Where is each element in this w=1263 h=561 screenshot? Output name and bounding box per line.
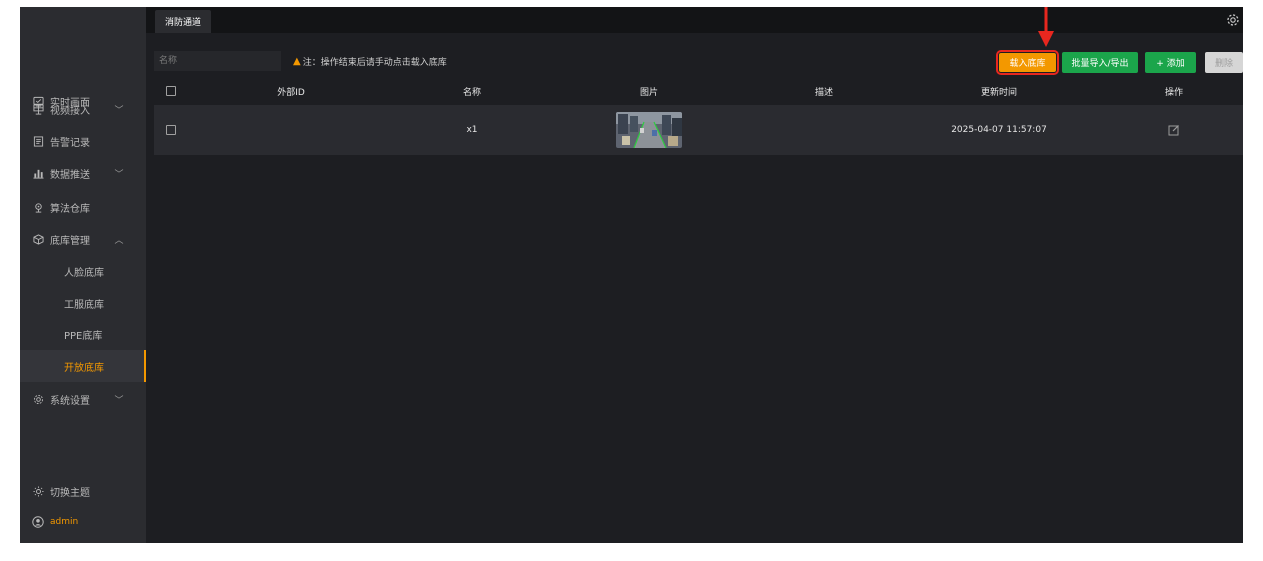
add-button[interactable]: + 添加: [1145, 52, 1196, 73]
chevron-down-icon: ﹀: [114, 105, 124, 116]
sidebar-sub-face-library[interactable]: 人脸底库: [20, 255, 146, 287]
sidebar-item-label: 数据推送: [50, 169, 90, 181]
user-avatar-icon: [31, 516, 45, 528]
red-arrow-annotation: [1036, 7, 1056, 51]
column-header: 操作: [1164, 87, 1183, 98]
sidebar-item-data-push[interactable]: 数据推送 ﹀: [20, 157, 146, 189]
column-header: 名称: [462, 87, 481, 98]
warning-icon: ▲: [293, 56, 301, 67]
delete-button[interactable]: 删除: [1205, 52, 1243, 73]
list-icon: [31, 135, 45, 147]
row-checkbox[interactable]: [154, 105, 188, 155]
column-header: 图片: [639, 87, 658, 98]
sidebar-item-video-input[interactable]: 视频接入 ﹀: [20, 93, 146, 125]
sidebar-item-alarm-records[interactable]: 告警记录: [20, 125, 146, 157]
chart-icon: [31, 168, 45, 179]
batch-import-export-button[interactable]: 批量导入/导出: [1062, 52, 1138, 73]
sidebar-item-system-settings[interactable]: 系统设置 ﹀: [20, 383, 146, 415]
sidebar-item-library-management[interactable]: 底库管理 ︿: [20, 223, 146, 255]
edit-icon[interactable]: [1168, 124, 1180, 136]
sidebar-item-label: 视频接入: [50, 105, 90, 117]
sidebar-sub-open-library[interactable]: 开放底库: [20, 350, 146, 382]
cube-icon: [31, 233, 45, 245]
column-header: 外部ID: [277, 87, 305, 98]
updated-time-cell: 2025-04-07 11:57:07: [951, 125, 1047, 135]
tab-bar: 消防通道: [146, 7, 1243, 33]
description-cell: [744, 105, 904, 155]
column-header: 描述: [814, 87, 833, 98]
username: admin: [50, 517, 79, 527]
sidebar-sub-uniform-library[interactable]: 工服底库: [20, 287, 146, 319]
sidebar-item-label: 算法仓库: [50, 203, 90, 215]
algorithm-icon: [31, 202, 45, 213]
image-cell: [569, 105, 729, 155]
load-library-button[interactable]: 载入底库: [996, 50, 1059, 75]
app-window: 实时画面 视频接入 ﹀ 告警记录 数据推送 ﹀ 算法仓库 底库管理 ︿ 人脸底库…: [20, 7, 1243, 543]
name-search-input[interactable]: [154, 51, 281, 71]
table-header: 外部ID 名称 图片 描述 更新时间 操作: [154, 78, 1243, 104]
chevron-down-icon: ﹀: [114, 395, 124, 406]
sidebar-item-label: 告警记录: [50, 137, 90, 149]
video-input-icon: [31, 103, 45, 115]
gear-icon: [31, 394, 45, 405]
sidebar-item-algorithm-store[interactable]: 算法仓库: [20, 191, 146, 223]
external-id-cell: [211, 105, 371, 155]
settings-gear-icon[interactable]: [1226, 13, 1240, 27]
sidebar-item-label: 底库管理: [50, 235, 90, 247]
sidebar-item-label: 系统设置: [50, 395, 90, 407]
user-menu[interactable]: admin: [20, 506, 146, 538]
tab-fire-passage[interactable]: 消防通道: [155, 10, 212, 33]
sidebar: 实时画面 视频接入 ﹀ 告警记录 数据推送 ﹀ 算法仓库 底库管理 ︿ 人脸底库…: [20, 7, 146, 543]
name-cell: x1: [466, 125, 478, 135]
theme-toggle[interactable]: 切换主题: [20, 475, 146, 507]
table-row[interactable]: x1 2025-04-07 11:57:07: [154, 105, 1243, 155]
sidebar-sub-ppe-library[interactable]: PPE底库: [20, 318, 146, 350]
chevron-down-icon: ﹀: [114, 169, 124, 180]
chevron-up-icon: ︿: [114, 235, 124, 246]
thumbnail-image[interactable]: [616, 112, 682, 148]
column-header: 更新时间: [980, 87, 1017, 98]
active-indicator: [144, 350, 146, 382]
notice: ▲ 注：操作结束后请手动点击载入底库: [293, 55, 447, 68]
sun-icon: [31, 485, 45, 497]
actions-cell: [1094, 105, 1243, 155]
theme-toggle-label: 切换主题: [50, 487, 90, 499]
notice-text: 注：操作结束后请手动点击载入底库: [302, 58, 447, 68]
select-all-checkbox[interactable]: [154, 78, 188, 104]
